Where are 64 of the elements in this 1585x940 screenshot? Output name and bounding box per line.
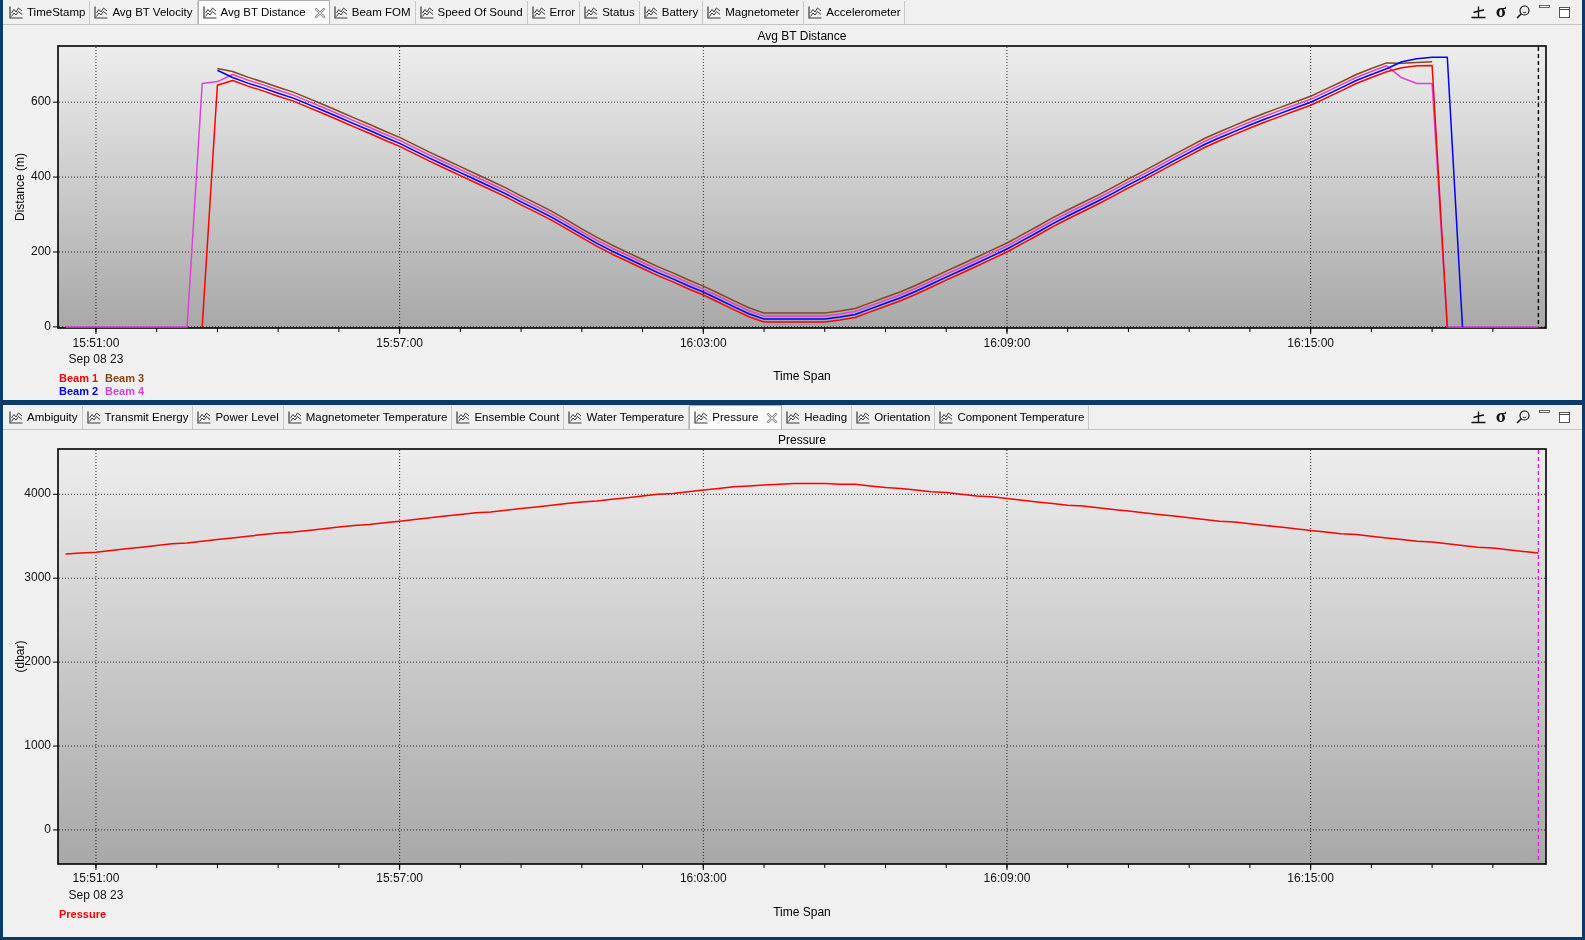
- axis-title: Distance (m): [13, 153, 28, 221]
- line-chart-icon: [707, 6, 722, 19]
- date-label: Sep 08 23: [68, 888, 124, 903]
- minimize-icon[interactable]: [1539, 410, 1550, 413]
- line-chart-icon: [197, 411, 212, 424]
- line-chart-icon: [694, 411, 709, 424]
- axis-tick-label: 0: [44, 319, 51, 334]
- date-label: Sep 08 23: [68, 352, 124, 367]
- statistics-button[interactable]: σ: [1494, 406, 1507, 425]
- line-chart-icon: [202, 6, 217, 19]
- axis-tick-label: 0: [44, 822, 51, 837]
- axis-tick-label: 4000: [24, 486, 51, 501]
- line-chart-icon: [568, 411, 583, 424]
- line-chart-icon: [456, 411, 471, 424]
- axis-tick-label: 16:09:00: [983, 336, 1031, 351]
- axis-tick-label: 15:51:00: [72, 871, 120, 886]
- axis-tick-label: 16:09:00: [983, 871, 1031, 886]
- close-icon[interactable]: [767, 412, 778, 423]
- axis-tick-label: 400: [30, 169, 51, 184]
- axis-tick-label: 15:57:00: [376, 336, 423, 351]
- axis-tick-label: 16:15:00: [1287, 871, 1334, 886]
- axis-tick-label: 3000: [24, 570, 51, 585]
- axis-tick-label: 16:03:00: [679, 871, 727, 886]
- line-chart-icon: [643, 6, 658, 19]
- axis-tick-label: 15:51:00: [72, 336, 120, 351]
- axis-icon[interactable]: [1470, 410, 1486, 424]
- magnifier-icon[interactable]: [1516, 410, 1530, 424]
- magnifier-icon[interactable]: [1516, 5, 1530, 19]
- line-chart-icon: [786, 411, 801, 424]
- legend-label: Beam 1: [59, 371, 99, 384]
- line-chart-icon: [333, 6, 348, 19]
- line-chart-icon: [86, 411, 101, 424]
- maximize-icon[interactable]: [1559, 6, 1570, 18]
- axis-tick-label: 15:57:00: [376, 871, 423, 886]
- line-chart-icon: [584, 6, 599, 19]
- axis-title: Time Span: [773, 905, 831, 920]
- chart-title: Pressure: [778, 433, 826, 448]
- axis-title: Time Span: [773, 369, 831, 384]
- axis-tick-label: 1000: [24, 738, 51, 753]
- chart-title: Avg BT Distance: [757, 29, 847, 44]
- minimize-icon[interactable]: [1539, 5, 1550, 8]
- axis-icon[interactable]: [1470, 5, 1486, 19]
- maximize-icon[interactable]: [1559, 411, 1570, 423]
- close-icon[interactable]: [314, 7, 325, 18]
- line-chart-icon: [419, 6, 434, 19]
- line-chart-icon: [9, 411, 23, 424]
- legend-label: Beam 3: [105, 371, 145, 384]
- axis-tick-label: 600: [30, 94, 51, 109]
- legend-label: Beam 4: [105, 384, 145, 397]
- axis-tick-label: 200: [30, 244, 51, 259]
- line-chart-icon: [808, 6, 823, 19]
- line-chart-icon: [531, 6, 546, 19]
- chart-tab[interactable]: Pressure: [689, 405, 783, 429]
- statistics-button[interactable]: σ: [1494, 1, 1507, 20]
- chart-tab[interactable]: Avg BT Distance: [197, 0, 330, 24]
- axis-tick-label: 16:15:00: [1287, 336, 1334, 351]
- legend-label: Pressure: [59, 907, 107, 920]
- line-chart-icon: [939, 411, 954, 424]
- line-chart-icon: [94, 6, 109, 19]
- line-chart-icon: [9, 6, 23, 19]
- line-chart-icon: [856, 411, 871, 424]
- line-chart-icon: [287, 411, 302, 424]
- axis-tick-label: 16:03:00: [679, 336, 727, 351]
- legend-label: Beam 2: [59, 384, 99, 397]
